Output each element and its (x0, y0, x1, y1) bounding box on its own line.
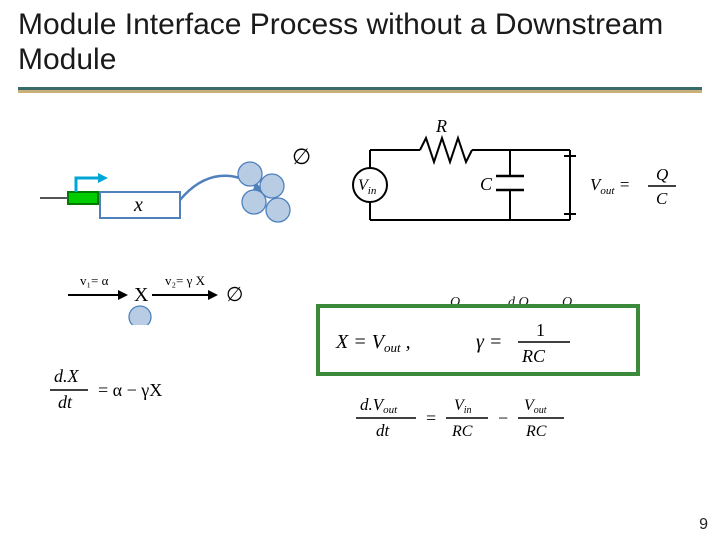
circuit-diagram: R Vin C Vout = Q C (330, 110, 710, 250)
svg-text:RC: RC (451, 423, 473, 440)
slide-title: Module Interface Process without a Downs… (18, 8, 702, 77)
svg-text:−: − (498, 408, 508, 428)
reaction-row: v₁= α X v₂= γ X ∅ (30, 265, 330, 325)
equations-block: Vin = RI + Q C = R d.Q dt + Q C X = Vout… (300, 280, 720, 520)
svg-text:=: = (426, 408, 436, 428)
gene-label-x: x (133, 194, 143, 216)
svg-text:dt: dt (376, 421, 391, 440)
rate-v2: v₂= γ X (165, 273, 206, 288)
null-right: ∅ (226, 284, 243, 306)
svg-text:Vout: Vout (524, 397, 547, 416)
svg-text:= α − γX: = α − γX (98, 380, 162, 400)
svg-text:dt: dt (58, 392, 73, 412)
label-Vin: Vin (358, 177, 377, 197)
svg-text:C: C (656, 189, 668, 208)
slide-number: 9 (699, 516, 708, 534)
gene-diagram: x ∅ (10, 140, 310, 260)
svg-text:RC: RC (521, 346, 546, 366)
slide-title-text: Module Interface Process without a Downs… (18, 8, 663, 76)
svg-text:γ =: γ = (476, 331, 502, 353)
svg-text:d.X: d.X (54, 366, 80, 386)
svg-text:1: 1 (536, 320, 545, 340)
svg-text:Vin: Vin (454, 397, 472, 416)
svg-text:Vout =: Vout = (590, 175, 630, 197)
rate-v1: v₁= α (80, 273, 109, 288)
title-rule (18, 87, 702, 93)
node-X: X (134, 284, 149, 306)
svg-text:Q: Q (656, 165, 668, 184)
svg-text:RC: RC (525, 423, 547, 440)
null-top: ∅ (292, 144, 310, 169)
eq-dXdt: d.X dt = α − γX (42, 360, 242, 430)
label-R: R (435, 116, 447, 136)
label-C: C (480, 174, 493, 194)
svg-text:d.Vout: d.Vout (360, 395, 398, 416)
